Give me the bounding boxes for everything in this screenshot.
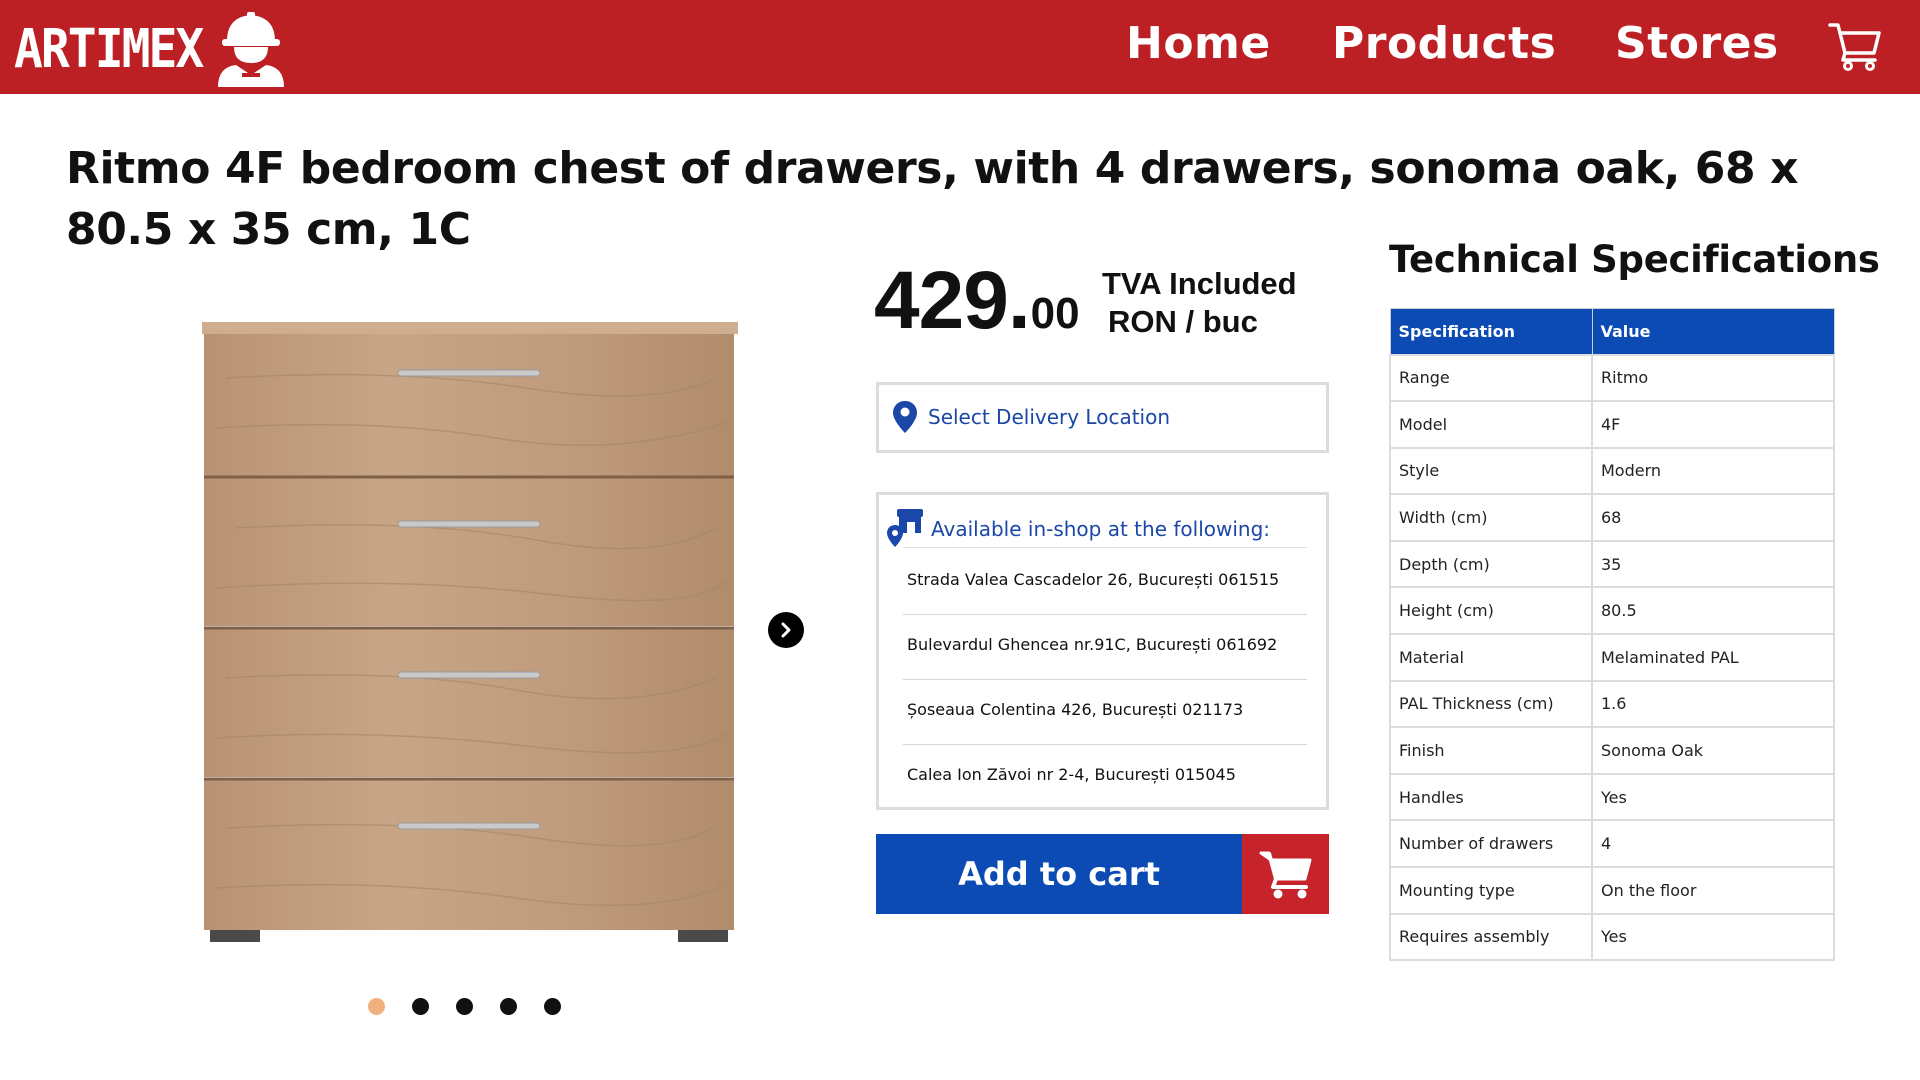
price-separator: .: [1007, 255, 1031, 346]
worker-icon: [218, 12, 285, 87]
spec-row: PAL Thickness (cm) 1.6: [1389, 679, 1835, 729]
spec-name: Mounting type: [1389, 866, 1593, 915]
add-to-cart-label: Add to cart: [876, 834, 1242, 914]
pagination-dot[interactable]: [412, 998, 429, 1015]
nav-stores[interactable]: Stores: [1615, 18, 1779, 69]
top-header: ARTIMEX Home Products Stores: [0, 0, 1920, 94]
shop-address: Șoseaua Colentina 426, București 021173: [907, 700, 1244, 719]
price-integer: 429: [874, 255, 1009, 346]
delivery-location-button[interactable]: Select Delivery Location: [876, 382, 1329, 453]
logo-text: ARTIMEX: [14, 17, 204, 81]
spec-row: Mounting type On the floor: [1389, 866, 1835, 915]
spec-row: Material Melaminated PAL: [1389, 633, 1835, 682]
spec-name: Requires assembly: [1389, 912, 1593, 962]
shop-availability: Available in-shop at the following: Stra…: [876, 492, 1329, 810]
image-pagination: [368, 998, 588, 1015]
spec-value: 1.6: [1591, 679, 1835, 729]
spec-name: Width (cm): [1389, 493, 1593, 542]
spec-value: Yes: [1591, 772, 1835, 822]
nav-products[interactable]: Products: [1332, 18, 1556, 69]
next-image-button[interactable]: [768, 612, 804, 648]
shop-address-row: Șoseaua Colentina 426, București 021173: [903, 680, 1307, 745]
tva-label: TVA Included: [1102, 266, 1297, 301]
price-decimals: 00: [1030, 289, 1080, 338]
specs-title: Technical Specifications: [1389, 238, 1880, 281]
store-location-icon: [887, 509, 923, 547]
spec-value: Sonoma Oak: [1591, 726, 1835, 775]
spec-value: On the floor: [1591, 866, 1835, 915]
spec-value: Modern: [1591, 446, 1835, 496]
spec-value: 68: [1591, 493, 1835, 542]
divider: [903, 547, 1307, 548]
shop-address: Strada Valea Cascadelor 26, București 06…: [907, 570, 1280, 589]
spec-name: Finish: [1389, 726, 1593, 775]
spec-row: Style Modern: [1389, 446, 1835, 496]
specs-header-spec: Specification: [1389, 308, 1593, 355]
spec-name: Model: [1389, 400, 1593, 449]
spec-name: PAL Thickness (cm): [1389, 679, 1593, 729]
spec-row: Number of drawers 4: [1389, 819, 1835, 869]
unit-label: RON / buc: [1108, 304, 1258, 339]
spec-name: Material: [1389, 633, 1593, 682]
spec-value: Ritmo: [1591, 353, 1835, 403]
spec-name: Style: [1389, 446, 1593, 496]
shops-heading: Available in-shop at the following:: [931, 517, 1271, 541]
cart-icon: [1242, 834, 1329, 914]
spec-name: Number of drawers: [1389, 819, 1593, 869]
specs-header-value: Value: [1591, 308, 1835, 355]
spec-name: Range: [1389, 353, 1593, 403]
add-to-cart-button[interactable]: Add to cart: [876, 834, 1329, 914]
shop-address-row: Strada Valea Cascadelor 26, București 06…: [903, 550, 1307, 615]
spec-name: Handles: [1389, 772, 1593, 822]
delivery-location-label: Select Delivery Location: [928, 405, 1171, 429]
spec-value: 35: [1591, 539, 1835, 589]
pagination-dot[interactable]: [500, 998, 517, 1015]
spec-row: Depth (cm) 35: [1389, 539, 1835, 589]
specs-table: Specification Value Range Ritmo Model 4F Sty…: [1389, 308, 1835, 962]
specs-header-row: Specification Value: [1389, 308, 1835, 355]
pagination-dot[interactable]: [368, 998, 385, 1015]
price: 429 . 00: [874, 260, 1080, 342]
product-image: [202, 322, 738, 942]
spec-value: Melaminated PAL: [1591, 633, 1835, 682]
spec-row: Handles Yes: [1389, 772, 1835, 822]
spec-row: Range Ritmo: [1389, 353, 1835, 403]
nav-home[interactable]: Home: [1126, 18, 1271, 69]
cart-icon[interactable]: [1828, 20, 1882, 72]
shop-address-row: Calea Ion Zăvoi nr 2-4, București 015045: [903, 745, 1307, 810]
spec-row: Finish Sonoma Oak: [1389, 726, 1835, 775]
shop-address: Calea Ion Zăvoi nr 2-4, București 015045: [907, 765, 1236, 784]
location-pin-icon: [893, 401, 917, 433]
pagination-dot[interactable]: [456, 998, 473, 1015]
chevron-right-icon: [781, 622, 791, 638]
spec-value: 4: [1591, 819, 1835, 869]
spec-row: Width (cm) 68: [1389, 493, 1835, 542]
spec-value: 4F: [1591, 400, 1835, 449]
spec-name: Depth (cm): [1389, 539, 1593, 589]
spec-value: 80.5: [1591, 586, 1835, 636]
shop-address-row: Bulevardul Ghencea nr.91C, București 061…: [903, 615, 1307, 680]
spec-value: Yes: [1591, 912, 1835, 962]
spec-row: Model 4F: [1389, 400, 1835, 449]
pagination-dot[interactable]: [544, 998, 561, 1015]
logo[interactable]: ARTIMEX: [14, 12, 288, 87]
spec-row: Requires assembly Yes: [1389, 912, 1835, 962]
shop-address: Bulevardul Ghencea nr.91C, București 061…: [907, 635, 1278, 654]
spec-row: Height (cm) 80.5: [1389, 586, 1835, 636]
spec-name: Height (cm): [1389, 586, 1593, 636]
